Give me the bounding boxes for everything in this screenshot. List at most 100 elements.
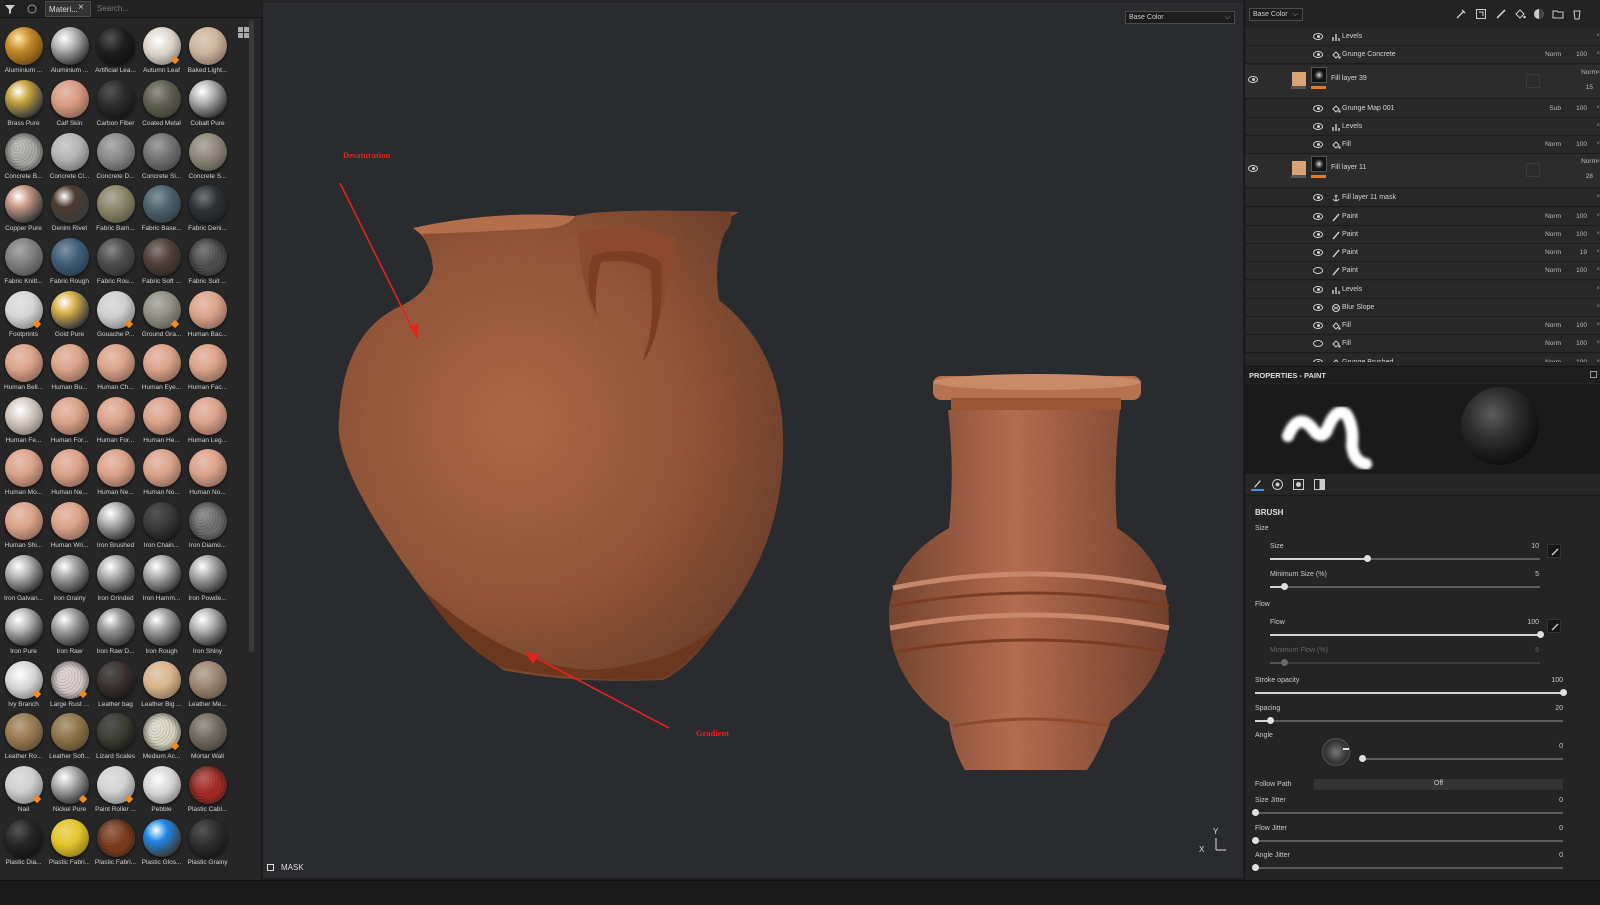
material-item[interactable]: Human No... xyxy=(184,447,231,500)
material-item[interactable]: Plastic Grainy xyxy=(184,817,231,870)
material-item[interactable]: Human Wri... xyxy=(46,500,93,553)
visibility-eye-icon[interactable] xyxy=(1313,340,1323,348)
min-size-slider[interactable] xyxy=(1270,583,1540,590)
flow-jitter-slider[interactable] xyxy=(1252,837,1563,844)
pin-icon[interactable] xyxy=(1590,371,1597,378)
layer-remove-icon[interactable]: × xyxy=(1596,70,1600,76)
shelf-scrollbar[interactable] xyxy=(249,20,254,652)
visibility-eye-icon[interactable] xyxy=(1313,51,1323,59)
layer-opacity[interactable]: 100 xyxy=(1576,340,1587,347)
visibility-eye-icon[interactable] xyxy=(1313,303,1323,311)
layer-remove-icon[interactable]: × xyxy=(1596,286,1600,292)
material-item[interactable]: Large Rust ... xyxy=(46,659,93,712)
layer-opacity[interactable]: 100 xyxy=(1576,359,1587,363)
material-item[interactable]: Human Ch... xyxy=(92,342,139,395)
visibility-eye-icon[interactable] xyxy=(1313,141,1323,148)
reset-icon[interactable] xyxy=(26,3,38,15)
material-item[interactable]: Fabric Knitt... xyxy=(0,236,47,289)
material-item[interactable]: Baked Light... xyxy=(184,25,231,78)
spacing-value[interactable]: 20 xyxy=(1533,705,1563,712)
viewport-3d[interactable]: Desaturation Gradient xyxy=(263,0,1243,878)
material-item[interactable]: Medium Ac... xyxy=(138,711,185,764)
angle-jitter-slider-handle[interactable] xyxy=(1252,864,1259,871)
material-item[interactable]: Ivy Branch xyxy=(0,659,47,712)
blend-mode[interactable]: Norm xyxy=(1545,213,1561,220)
stencil-tab-icon[interactable] xyxy=(1292,478,1305,491)
blend-mode[interactable]: Norm xyxy=(1545,322,1561,329)
effect-row[interactable]: Fill Norm 100 × xyxy=(1245,317,1600,335)
effect-row[interactable]: Paint Norm 100 × xyxy=(1245,225,1600,244)
material-item[interactable]: Nickel Pure xyxy=(46,764,93,817)
layer-remove-icon[interactable]: × xyxy=(1596,141,1600,147)
pen-pressure-icon[interactable] xyxy=(1547,619,1561,633)
material-item[interactable]: Leather Me... xyxy=(184,659,231,712)
effect-row[interactable]: Grunge Brushed Norm 100 × xyxy=(1245,353,1600,363)
angle-value[interactable]: 0 xyxy=(1533,743,1563,750)
material-item[interactable]: Human No... xyxy=(138,447,185,500)
stroke-opacity-slider[interactable] xyxy=(1255,689,1567,696)
visibility-eye-icon[interactable] xyxy=(1313,322,1323,329)
effect-row[interactable]: Levels × xyxy=(1245,28,1600,46)
layer-row[interactable]: Fill layer 11 Norm 28 × xyxy=(1245,154,1600,189)
material-item[interactable]: Concrete S... xyxy=(184,131,231,184)
material-item[interactable]: Human Eye... xyxy=(138,342,185,395)
material-item[interactable]: Plastic Glos... xyxy=(138,817,185,870)
filter-icon[interactable] xyxy=(4,3,16,15)
material-item[interactable]: Iron Raw xyxy=(46,606,93,659)
effect-row[interactable]: Paint Norm 100 × xyxy=(1245,262,1600,281)
effect-row[interactable]: Paint Norm 19 × xyxy=(1245,244,1600,262)
angle-jitter-slider[interactable] xyxy=(1252,864,1563,871)
material-item[interactable]: Iron Hamm... xyxy=(138,553,185,606)
layer-opacity[interactable]: 100 xyxy=(1576,231,1587,238)
material-item[interactable]: Cobalt Pure xyxy=(184,78,231,131)
material-item[interactable]: Human Bu... xyxy=(46,342,93,395)
layer-opacity[interactable]: 100 xyxy=(1576,51,1587,58)
material-item[interactable]: Fabric Base... xyxy=(138,183,185,236)
material-item[interactable]: Paint Roller ... xyxy=(92,764,139,817)
blend-mode[interactable]: Norm xyxy=(1545,340,1561,347)
material-item[interactable]: Iron Powde... xyxy=(184,553,231,606)
follow-path-toggle[interactable]: Off xyxy=(1314,779,1563,790)
material-item[interactable]: Iron Pure xyxy=(0,606,47,659)
mask-add-icon[interactable] xyxy=(1475,8,1487,20)
material-item[interactable]: Aluminium ... xyxy=(46,25,93,78)
effect-row[interactable]: Fill Norm 100 × xyxy=(1245,335,1600,354)
material-item[interactable]: Autumn Leaf xyxy=(138,25,185,78)
material-item[interactable]: Copper Pure xyxy=(0,183,47,236)
material-item[interactable]: Plastic Fabri... xyxy=(46,817,93,870)
layer-mask-thumbnail[interactable] xyxy=(1311,156,1327,173)
material-item[interactable]: Artificial Lea... xyxy=(92,25,139,78)
material-item[interactable]: Gouache P... xyxy=(92,289,139,342)
layer-channel-box[interactable] xyxy=(1526,163,1540,178)
layer-remove-icon[interactable]: × xyxy=(1596,304,1600,310)
folder-icon[interactable] xyxy=(1552,8,1564,20)
material-item[interactable]: Fabric Rou... xyxy=(92,236,139,289)
layer-channel-box[interactable] xyxy=(1526,73,1540,88)
blend-mode[interactable]: Norm xyxy=(1545,51,1561,58)
material-item[interactable]: Iron Raw D... xyxy=(92,606,139,659)
material-item[interactable]: Concrete Si... xyxy=(138,131,185,184)
flow-value[interactable]: 100 xyxy=(1509,619,1539,626)
mask-checkbox[interactable] xyxy=(267,864,274,871)
material-item[interactable]: Iron Rough xyxy=(138,606,185,659)
layer-opacity[interactable]: 100 xyxy=(1576,105,1587,112)
material-item[interactable]: Human Mo... xyxy=(0,447,47,500)
stroke-opacity-value[interactable]: 100 xyxy=(1533,677,1563,684)
visibility-eye-icon[interactable] xyxy=(1313,104,1323,112)
flow-jitter-slider-handle[interactable] xyxy=(1252,837,1259,844)
visibility-eye-icon[interactable] xyxy=(1313,33,1323,40)
material-item[interactable]: Human Leg... xyxy=(184,395,231,448)
brush-tab-icon[interactable] xyxy=(1251,478,1264,491)
material-item[interactable]: Concrete D... xyxy=(92,131,139,184)
material-item[interactable]: Coated Metal xyxy=(138,78,185,131)
visibility-eye-icon[interactable] xyxy=(1313,194,1323,202)
material-item[interactable]: Human Ne... xyxy=(92,447,139,500)
material-item[interactable]: Leather Soft... xyxy=(46,711,93,764)
material-item[interactable]: Denim Rivet xyxy=(46,183,93,236)
layer-opacity[interactable]: 100 xyxy=(1576,267,1587,274)
layer-opacity[interactable]: 19 xyxy=(1580,249,1587,256)
blend-mode[interactable]: Norm xyxy=(1545,231,1561,238)
layer-opacity[interactable]: 100 xyxy=(1576,322,1587,329)
material-item[interactable]: Iron Chain... xyxy=(138,500,185,553)
effect-row[interactable]: Paint Norm 100 × xyxy=(1245,207,1600,226)
